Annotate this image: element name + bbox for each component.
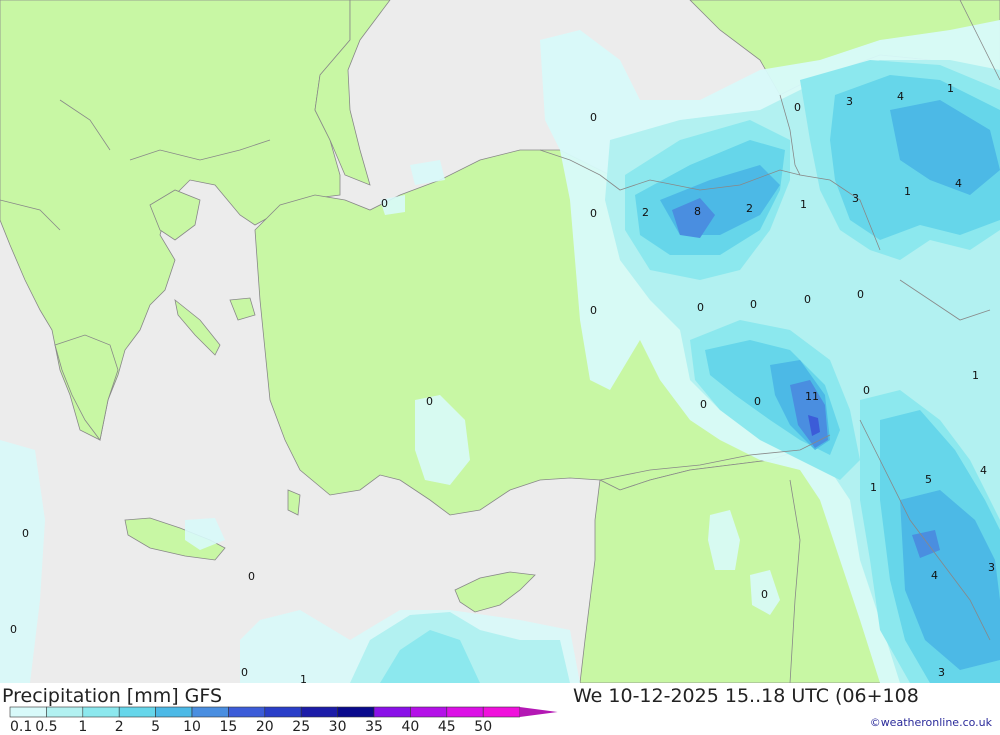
scale-swatch [46,706,84,718]
map-canvas: 0 2 8 2 1 3 4 1 0 3 1 4 0 0 0 0 0 0 0 11… [0,0,1000,686]
value-label: 0 [750,298,757,311]
value-label: 0 [590,111,597,124]
value-label: 0 [754,395,761,408]
value-label: 1 [904,185,911,198]
value-label: 0 [241,666,248,679]
scale-swatch [410,706,448,718]
scale-swatch [228,706,266,718]
value-label: 0 [381,197,388,210]
scale-swatch [9,706,47,718]
value-label: 0 [700,398,707,411]
value-label: 0 [426,395,433,408]
value-label: 4 [980,464,987,477]
value-label: 3 [938,666,945,679]
credit-link[interactable]: ©weatheronline.co.uk [870,716,992,729]
value-label: 0 [857,288,864,301]
value-label: 3 [988,561,995,574]
value-label: 1 [972,369,979,382]
value-label: 11 [805,390,819,403]
scale-swatch [446,706,484,718]
scale-swatch [118,706,156,718]
precipitation-map[interactable]: 0 2 8 2 1 3 4 1 0 3 1 4 0 0 0 0 0 0 0 11… [0,0,1000,686]
scale-swatch [264,706,302,718]
value-label: 0 [804,293,811,306]
legend-footer: Precipitation [mm] GFS We 10-12-2025 15.… [0,683,1000,735]
value-label: 3 [846,95,853,108]
value-label: 4 [931,569,938,582]
scale-swatch [155,706,193,718]
value-label: 8 [694,205,701,218]
value-label: 5 [925,473,932,486]
value-label: 3 [852,192,859,205]
valid-time: We 10-12-2025 15..18 UTC (06+108 [573,685,919,707]
scale-arrow [519,707,558,717]
value-label: 0 [863,384,870,397]
scale-swatch [482,706,520,718]
scale-swatch [82,706,120,718]
value-label: 0 [761,588,768,601]
value-label: 0 [794,101,801,114]
scale-swatch [300,706,338,718]
value-label: 1 [300,673,307,683]
value-label: 0 [697,301,704,314]
value-label: 0 [10,623,17,636]
scale-swatch [191,706,229,718]
map-title: Precipitation [mm] GFS [2,685,223,707]
value-label: 0 [590,207,597,220]
value-label: 1 [800,198,807,211]
value-label: 0 [248,570,255,583]
value-label: 4 [897,90,904,103]
value-label: 4 [955,177,962,190]
value-label: 1 [870,481,877,494]
scale-swatch [373,706,411,718]
value-label: 0 [590,304,597,317]
value-label: 1 [947,82,954,95]
scale-swatch [337,706,375,718]
value-label: 0 [22,527,29,540]
value-label: 2 [642,206,649,219]
value-label: 2 [746,202,753,215]
color-scale: 0.1 0.5 1 2 5 10 15 20 25 30 35 40 45 50 [9,706,558,735]
